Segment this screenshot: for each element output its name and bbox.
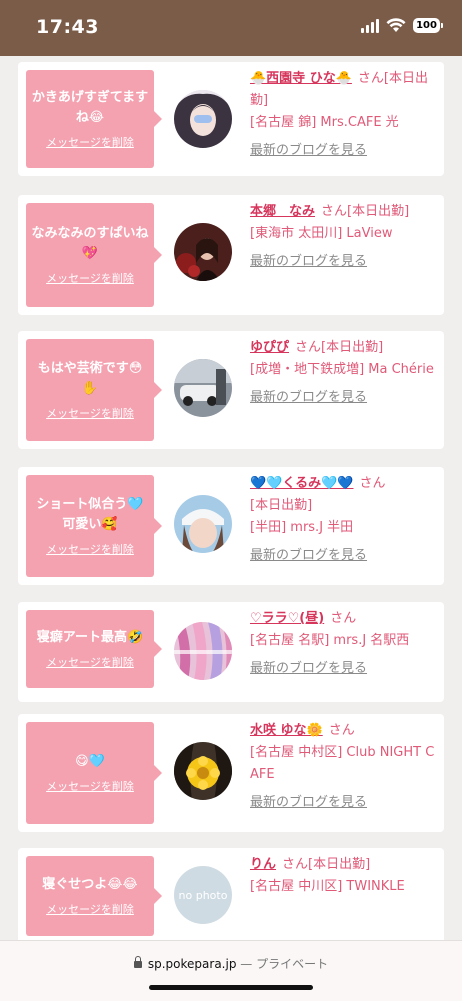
avatar-photo bbox=[174, 622, 232, 680]
latest-blog-link[interactable]: 最新のブログを見る bbox=[250, 792, 436, 814]
girl-info: ♡ララ♡(昼) さん [名古屋 名駅] mrs.J 名駅西 最新のブログを見る bbox=[250, 608, 436, 680]
avatar-photo bbox=[174, 742, 232, 800]
attendance-status: [本日出勤] bbox=[250, 498, 313, 513]
message-card: 寝ぐせつよ😂😂 メッセージを削除 no photo りん さん[本日出勤] [名古… bbox=[18, 848, 444, 944]
message-card: ショート似合う🩵可愛い🥰 メッセージを削除 💙🩵くるみ🩵💙 さん [本日出勤] [… bbox=[18, 467, 444, 585]
message-text: 😋🩵 bbox=[75, 754, 105, 769]
honorific: さん bbox=[282, 857, 309, 872]
browser-url-bar[interactable]: sp.pokepara.jp — プライベート bbox=[0, 940, 462, 1001]
avatar[interactable] bbox=[174, 495, 232, 553]
lock-icon bbox=[133, 956, 142, 968]
girl-info: 💙🩵くるみ🩵💙 さん [本日出勤] [半田] mrs.J 半田 最新のブログを見る bbox=[250, 473, 436, 567]
url-domain: sp.pokepara.jp bbox=[147, 957, 237, 971]
message-bubble: かきあげすぎてますね😂 メッセージを削除 bbox=[26, 70, 162, 168]
girl-name-link[interactable]: ゆぴぴ bbox=[250, 340, 289, 355]
avatar[interactable] bbox=[174, 359, 232, 417]
honorific: さん bbox=[357, 71, 384, 86]
girl-info: 水咲 ゆな🌼 さん [名古屋 中村区] Club NIGHT CAFE 最新のブロ… bbox=[250, 720, 436, 814]
message-card: かきあげすぎてますね😂 メッセージを削除 🐣西園寺 ひな🐣 さん[本日出勤] [名… bbox=[18, 62, 444, 176]
avatar-photo bbox=[174, 359, 232, 417]
message-text: もはや芸術です😳✋ bbox=[37, 361, 143, 396]
girl-name-link[interactable]: 💙🩵くるみ🩵💙 bbox=[250, 476, 354, 491]
message-card: 寝癖アート最高🤣 メッセージを削除 ♡ララ♡(昼) さん [名古屋 名駅] mrs… bbox=[18, 602, 444, 702]
wifi-icon bbox=[386, 18, 406, 32]
girl-info: ゆぴぴ さん[本日出勤] [成増・地下鉄成増] Ma Chérie 最新のブログを… bbox=[250, 337, 436, 409]
message-bubble: 寝癖アート最高🤣 メッセージを削除 bbox=[26, 610, 162, 688]
cellular-signal-icon bbox=[361, 18, 379, 33]
shop-info: [東海市 太田川] LaView bbox=[250, 226, 393, 241]
avatar[interactable] bbox=[174, 742, 232, 800]
avatar[interactable] bbox=[174, 223, 232, 281]
message-bubble: ショート似合う🩵可愛い🥰 メッセージを削除 bbox=[26, 475, 162, 577]
girl-info: 🐣西園寺 ひな🐣 さん[本日出勤] [名古屋 錦] Mrs.CAFE 光 最新のブ… bbox=[250, 68, 436, 162]
url-text: sp.pokepara.jp — プライベート bbox=[0, 955, 462, 972]
honorific: さん bbox=[295, 340, 322, 355]
girl-info: 本郷 なみ さん[本日出勤] [東海市 太田川] LaView 最新のブログを見る bbox=[250, 201, 436, 273]
girl-name-link[interactable]: 🐣西園寺 ひな🐣 bbox=[250, 71, 352, 86]
message-text: ショート似合う🩵可愛い🥰 bbox=[36, 497, 144, 532]
attendance-status: [本日出勤] bbox=[321, 340, 384, 355]
girl-name-link[interactable]: りん bbox=[250, 857, 276, 872]
avatar-no-photo[interactable]: no photo bbox=[174, 866, 232, 924]
status-time: 17:43 bbox=[36, 16, 99, 38]
message-bubble: なみなみのすぱいね💖 メッセージを削除 bbox=[26, 203, 162, 307]
avatar-photo bbox=[174, 90, 232, 148]
status-icons: 100 bbox=[361, 18, 443, 33]
message-card: 😋🩵 メッセージを削除 水咲 ゆな🌼 さん [名古屋 中村区] Club NIGH… bbox=[18, 714, 444, 832]
message-bubble: もはや芸術です😳✋ メッセージを削除 bbox=[26, 339, 162, 441]
avatar[interactable] bbox=[174, 90, 232, 148]
status-bar: 17:43 100 bbox=[0, 0, 462, 56]
delete-message-link[interactable]: メッセージを削除 bbox=[30, 405, 150, 421]
shop-info: [名古屋 中村区] Club NIGHT CAFE bbox=[250, 745, 435, 782]
avatar-photo bbox=[174, 223, 232, 281]
message-text: 寝癖アート最高🤣 bbox=[36, 630, 144, 645]
latest-blog-link[interactable]: 最新のブログを見る bbox=[250, 545, 436, 567]
delete-message-link[interactable]: メッセージを削除 bbox=[30, 778, 150, 794]
delete-message-link[interactable]: メッセージを削除 bbox=[30, 541, 150, 557]
honorific: さん bbox=[330, 611, 357, 626]
honorific: さん bbox=[359, 476, 386, 491]
delete-message-link[interactable]: メッセージを削除 bbox=[30, 270, 150, 286]
attendance-status: [本日出勤] bbox=[347, 204, 410, 219]
message-bubble: 😋🩵 メッセージを削除 bbox=[26, 722, 162, 824]
latest-blog-link[interactable]: 最新のブログを見る bbox=[250, 251, 436, 273]
message-text: なみなみのすぱいね💖 bbox=[31, 226, 149, 261]
home-indicator[interactable] bbox=[149, 985, 313, 990]
honorific: さん bbox=[321, 204, 348, 219]
message-card: もはや芸術です😳✋ メッセージを削除 ゆぴぴ さん[本日出勤] [成増・地下鉄成増… bbox=[18, 331, 444, 449]
no-photo-label: no photo bbox=[178, 888, 228, 902]
shop-info: [成増・地下鉄成増] Ma Chérie bbox=[250, 362, 434, 377]
delete-message-link[interactable]: メッセージを削除 bbox=[30, 901, 150, 917]
shop-info: [名古屋 名駅] mrs.J 名駅西 bbox=[250, 633, 410, 648]
attendance-status: [本日出勤] bbox=[308, 857, 371, 872]
girl-name-link[interactable]: ♡ララ♡(昼) bbox=[250, 611, 324, 626]
honorific: さん bbox=[328, 723, 355, 738]
message-text: 寝ぐせつよ😂😂 bbox=[42, 877, 138, 892]
shop-info: [名古屋 錦] Mrs.CAFE 光 bbox=[250, 115, 399, 130]
message-bubble: 寝ぐせつよ😂😂 メッセージを削除 bbox=[26, 856, 162, 936]
shop-info: [名古屋 中川区] TWINKLE bbox=[250, 879, 405, 894]
latest-blog-link[interactable]: 最新のブログを見る bbox=[250, 140, 436, 162]
girl-name-link[interactable]: 水咲 ゆな🌼 bbox=[250, 723, 323, 738]
delete-message-link[interactable]: メッセージを削除 bbox=[30, 134, 150, 150]
latest-blog-link[interactable]: 最新のブログを見る bbox=[250, 658, 436, 680]
latest-blog-link[interactable]: 最新のブログを見る bbox=[250, 387, 436, 409]
delete-message-link[interactable]: メッセージを削除 bbox=[30, 654, 150, 670]
message-card: なみなみのすぱいね💖 メッセージを削除 本郷 なみ さん[本日出勤] [東海市 太… bbox=[18, 195, 444, 315]
avatar[interactable] bbox=[174, 622, 232, 680]
shop-info: [半田] mrs.J 半田 bbox=[250, 520, 354, 535]
girl-info: りん さん[本日出勤] [名古屋 中川区] TWINKLE bbox=[250, 854, 436, 898]
girl-name-link[interactable]: 本郷 なみ bbox=[250, 204, 315, 219]
avatar-photo bbox=[174, 495, 232, 553]
battery-icon: 100 bbox=[413, 18, 443, 33]
private-label: — プライベート bbox=[240, 957, 329, 971]
message-text: かきあげすぎてますね😂 bbox=[31, 90, 149, 125]
